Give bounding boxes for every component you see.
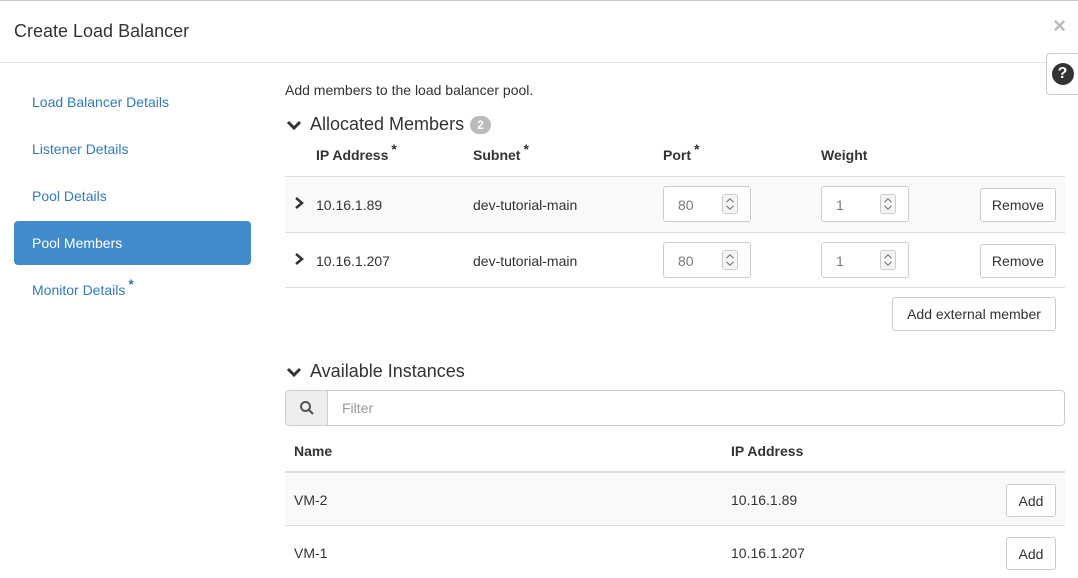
column-header-weight: Weight [821, 147, 868, 163]
weight-stepper[interactable]: 1 [821, 186, 909, 222]
chevron-down-icon [286, 120, 302, 130]
search-input[interactable]: Filter [342, 400, 373, 416]
weight-stepper[interactable]: 1 [821, 242, 909, 278]
member-subnet: dev-tutorial-main [473, 197, 578, 213]
instance-name: VM-2 [294, 492, 328, 508]
sidebar-item-label: Listener Details [32, 141, 129, 157]
member-ip: 10.16.1.89 [316, 197, 383, 213]
filter-input-group[interactable]: Filter [285, 390, 1065, 426]
spinner-arrows-icon[interactable] [880, 250, 896, 270]
spinner-arrows-icon[interactable] [722, 194, 738, 214]
port-stepper[interactable]: 80 [663, 242, 751, 278]
add-button[interactable]: Add [1006, 484, 1056, 517]
sidebar-item-label: Load Balancer Details [32, 94, 169, 110]
sidebar-item-load-balancer-details[interactable]: Load Balancer Details [14, 80, 251, 124]
table-row: 10.16.1.89 dev-tutorial-main 80 1 Remove [285, 176, 1065, 232]
member-subnet: dev-tutorial-main [473, 253, 578, 269]
close-icon[interactable]: × [1053, 15, 1066, 37]
available-instances-title: Available Instances [310, 361, 465, 381]
available-instances-toggle[interactable]: Available Instances [285, 361, 465, 382]
required-marker: * [128, 276, 134, 292]
table-row: VM-1 10.16.1.207 Add [285, 525, 1065, 578]
sidebar-item-pool-details[interactable]: Pool Details [14, 174, 251, 218]
intro-text: Add members to the load balancer pool. [285, 82, 534, 98]
allocated-count-badge: 2 [470, 115, 491, 134]
search-icon [299, 401, 314, 415]
table-row: VM-2 10.16.1.89 Add [285, 471, 1065, 524]
spinner-arrows-icon[interactable] [722, 250, 738, 270]
help-button[interactable]: ? [1046, 53, 1078, 95]
add-external-member-button[interactable]: Add external member [892, 297, 1056, 331]
chevron-right-icon[interactable] [293, 252, 305, 266]
remove-button[interactable]: Remove [980, 244, 1056, 278]
instance-ip: 10.16.1.207 [731, 545, 805, 561]
search-addon [286, 391, 328, 425]
column-header-name: Name [294, 443, 333, 459]
spinner-arrows-icon[interactable] [880, 194, 896, 214]
chevron-down-icon [286, 367, 302, 377]
port-stepper[interactable]: 80 [663, 186, 751, 222]
column-header-ip: IP Address * [316, 141, 397, 163]
wizard-sidebar: Load Balancer Details Listener Details P… [14, 80, 251, 315]
sidebar-item-label: Pool Details [32, 188, 107, 204]
allocated-members-title: Allocated Members [310, 114, 465, 134]
chevron-right-icon[interactable] [293, 196, 305, 210]
question-circle-icon: ? [1051, 63, 1074, 85]
modal-header: Create Load Balancer × [0, 0, 1078, 63]
remove-button[interactable]: Remove [980, 188, 1056, 222]
column-header-subnet: Subnet * [473, 141, 529, 163]
table-row: 10.16.1.207 dev-tutorial-main 80 1 Remov… [285, 232, 1065, 288]
sidebar-item-listener-details[interactable]: Listener Details [14, 127, 251, 171]
column-header-ip: IP Address [731, 443, 804, 459]
sidebar-item-label: Monitor Details [32, 282, 126, 298]
sidebar-item-monitor-details[interactable]: Monitor Details * [14, 268, 251, 312]
column-header-port: Port * [663, 141, 700, 163]
table-divider [285, 287, 1065, 288]
instance-name: VM-1 [294, 545, 328, 561]
allocated-members-toggle[interactable]: Allocated Members 2 [285, 114, 491, 135]
instance-ip: 10.16.1.89 [731, 492, 798, 508]
sidebar-item-label: Pool Members [32, 235, 123, 251]
sidebar-item-pool-members[interactable]: Pool Members [14, 221, 251, 265]
add-button[interactable]: Add [1006, 537, 1056, 570]
modal-title: Create Load Balancer [14, 21, 190, 41]
member-ip: 10.16.1.207 [316, 253, 390, 269]
